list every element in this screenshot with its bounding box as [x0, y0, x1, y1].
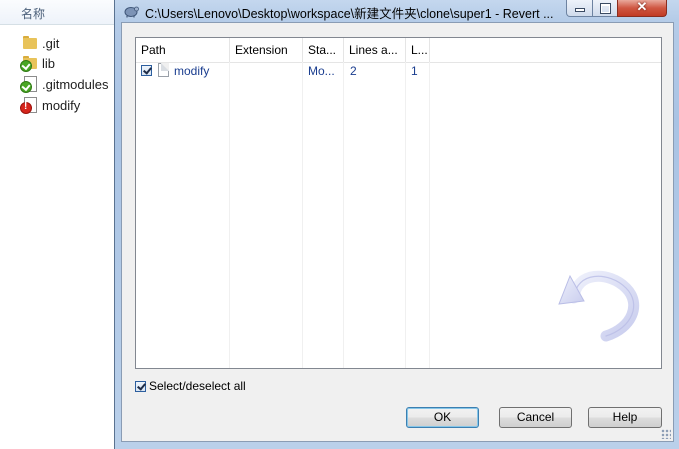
file-icon	[20, 76, 38, 93]
close-icon: ✕	[636, 0, 648, 14]
column-header-lines-added[interactable]: Lines a...	[344, 38, 406, 62]
resize-grip[interactable]	[661, 429, 671, 439]
explorer-column-header[interactable]: 名称	[0, 0, 120, 25]
modified-status-icon	[20, 101, 32, 114]
file-name: .gitmodules	[42, 76, 109, 92]
close-button[interactable]: ✕	[617, 0, 667, 17]
cell-extension	[235, 62, 301, 80]
select-all-label: Select/deselect all	[149, 379, 246, 393]
tortoise-app-icon	[124, 6, 139, 18]
list-header: Path Extension Sta... Lines a... L...	[136, 38, 661, 63]
dialog-client-area: Path Extension Sta... Lines a... L... mo…	[121, 22, 674, 442]
select-all-box[interactable]	[135, 380, 146, 392]
maximize-button[interactable]	[592, 0, 618, 17]
normal-status-icon	[20, 60, 32, 72]
file-name: lib	[42, 55, 56, 71]
column-header-extension[interactable]: Extension	[230, 38, 303, 62]
cell-path: modify	[174, 64, 210, 78]
cancel-button[interactable]: Cancel	[499, 407, 572, 428]
normal-status-icon	[20, 81, 32, 93]
list-row[interactable]: modify Mo... 2 1	[136, 62, 661, 80]
title-bar[interactable]: C:\Users\Lenovo\Desktop\workspace\新建文件夹\…	[115, 0, 679, 22]
revert-dialog: C:\Users\Lenovo\Desktop\workspace\新建文件夹\…	[114, 0, 679, 449]
window-title: C:\Users\Lenovo\Desktop\workspace\新建文件夹\…	[145, 7, 554, 21]
file-item-modify[interactable]: modify	[20, 95, 81, 115]
file-item-git[interactable]: .git	[22, 33, 59, 53]
column-header-path[interactable]: Path	[136, 38, 230, 62]
file-item-gitmodules[interactable]: .gitmodules	[20, 74, 109, 94]
help-button[interactable]: Help	[588, 407, 662, 428]
cell-status: Mo...	[308, 64, 335, 78]
cell-lines-removed: 1	[411, 64, 418, 78]
ok-button[interactable]: OK	[406, 407, 479, 428]
file-name: .git	[42, 35, 60, 51]
minimize-button[interactable]	[566, 0, 593, 17]
cell-lines-added: 2	[350, 64, 357, 78]
select-all-checkbox[interactable]: Select/deselect all	[135, 379, 246, 393]
name-column-label: 名称	[21, 7, 46, 21]
file-item-lib[interactable]: lib	[20, 53, 56, 73]
revert-watermark-icon	[558, 270, 640, 342]
file-icon	[158, 63, 169, 77]
row-checkbox[interactable]	[141, 65, 152, 76]
file-icon	[20, 97, 38, 114]
folder-icon	[22, 35, 38, 51]
file-name: modify	[42, 97, 81, 113]
column-header-status[interactable]: Sta...	[303, 38, 344, 62]
changes-list[interactable]: Path Extension Sta... Lines a... L... mo…	[135, 37, 662, 369]
column-header-lines-removed[interactable]: L...	[406, 38, 430, 62]
folder-icon	[20, 55, 38, 72]
